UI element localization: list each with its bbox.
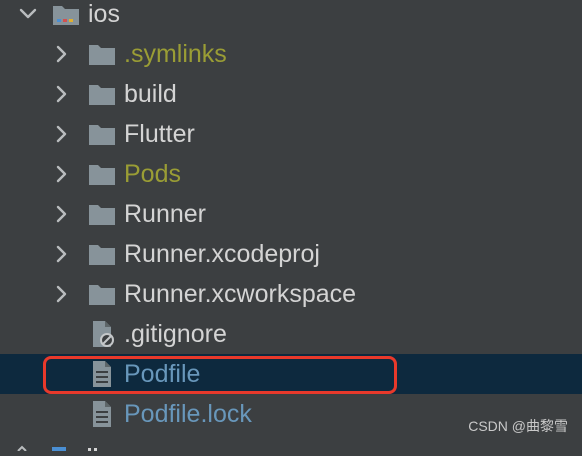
tree-label-podfile-lock: Podfile.lock bbox=[124, 400, 252, 428]
folder-icon bbox=[88, 40, 116, 68]
text-file-icon bbox=[88, 400, 116, 428]
tree-row-build[interactable]: build bbox=[0, 74, 582, 114]
tree-row-symlinks[interactable]: .symlinks bbox=[0, 34, 582, 74]
folder-icon bbox=[88, 80, 116, 108]
tree-label-ios: ios bbox=[88, 0, 120, 28]
tree-label-symlinks: .symlinks bbox=[124, 40, 227, 68]
project-tree: ios .symlinks build Flutter Pods Runner … bbox=[0, 0, 582, 452]
tree-label-flutter: Flutter bbox=[124, 120, 195, 148]
tree-label-build: build bbox=[124, 80, 177, 108]
module-folder-icon bbox=[52, 0, 80, 28]
watermark: CSDN @曲黎雪 bbox=[468, 418, 568, 434]
chevron-right-icon[interactable] bbox=[52, 284, 72, 304]
folder-icon bbox=[88, 120, 116, 148]
folder-icon bbox=[88, 240, 116, 268]
tree-row-runner-xcworkspace[interactable]: Runner.xcworkspace bbox=[0, 274, 582, 314]
chevron-right-icon[interactable] bbox=[52, 204, 72, 224]
tree-label-runner-xcodeproj: Runner.xcodeproj bbox=[124, 240, 320, 268]
tree-row-ios[interactable]: ios bbox=[0, 0, 582, 34]
tree-row-next-partial bbox=[0, 438, 582, 452]
tree-label-gitignore: .gitignore bbox=[124, 320, 227, 348]
tree-row-runner[interactable]: Runner bbox=[0, 194, 582, 234]
tree-label-podfile: Podfile bbox=[124, 360, 201, 388]
chevron-right-icon[interactable] bbox=[52, 164, 72, 184]
text-file-icon bbox=[88, 360, 116, 388]
chevron-right-icon[interactable] bbox=[52, 244, 72, 264]
tree-label-runner-xcworkspace: Runner.xcworkspace bbox=[124, 280, 357, 308]
ignore-file-icon bbox=[88, 320, 116, 348]
tree-row-podfile[interactable]: Podfile bbox=[0, 354, 582, 394]
tree-row-flutter[interactable]: Flutter bbox=[0, 114, 582, 154]
chevron-down-icon[interactable] bbox=[18, 4, 38, 24]
chevron-right-icon[interactable] bbox=[52, 44, 72, 64]
tree-label-runner: Runner bbox=[124, 200, 206, 228]
tree-row-gitignore[interactable]: .gitignore bbox=[0, 314, 582, 354]
folder-icon bbox=[88, 160, 116, 188]
tree-row-runner-xcodeproj[interactable]: Runner.xcodeproj bbox=[0, 234, 582, 274]
tree-label-pods: Pods bbox=[124, 160, 181, 188]
folder-icon bbox=[88, 200, 116, 228]
chevron-right-icon[interactable] bbox=[52, 84, 72, 104]
tree-row-pods[interactable]: Pods bbox=[0, 154, 582, 194]
folder-icon bbox=[88, 280, 116, 308]
chevron-right-icon[interactable] bbox=[52, 124, 72, 144]
